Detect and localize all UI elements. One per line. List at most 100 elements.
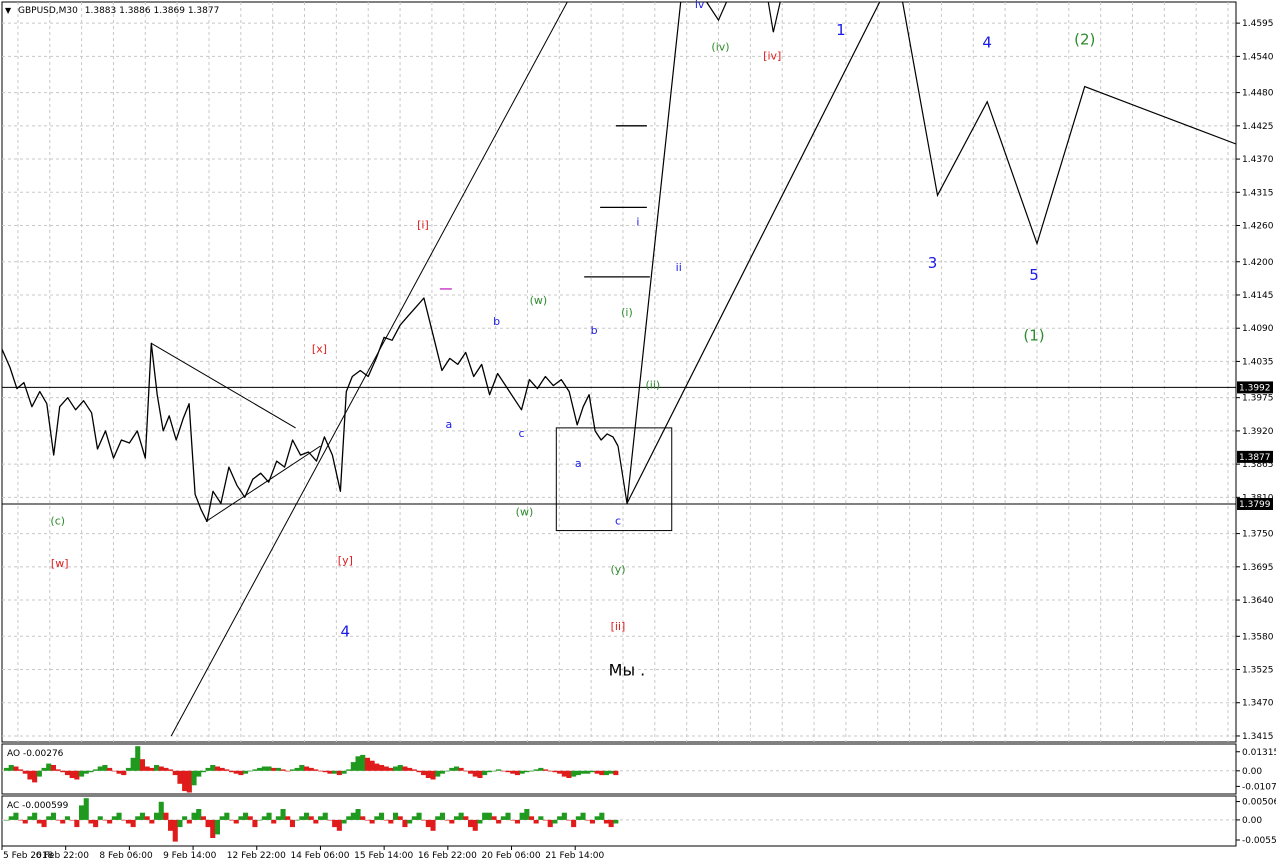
osc-bar: [496, 769, 502, 771]
osc-bar: [505, 770, 511, 773]
price-axis[interactable]: 1.4595 1.4540 1.4480 1.4425 1.4370 1.4315 1.42…: [1236, 19, 1274, 742]
osc-bar: [4, 767, 10, 771]
osc-tick-label: 0.01315: [1242, 748, 1276, 758]
osc-bar: [46, 763, 52, 771]
osc-bar: [346, 816, 352, 820]
osc-bar: [374, 763, 380, 771]
osc-bar: [158, 801, 164, 820]
osc-bar: [299, 816, 305, 820]
osc-bar: [449, 767, 455, 771]
wave-label: [x]: [312, 342, 327, 355]
osc-bar: [383, 819, 389, 821]
time-tick-label: 12 Feb 22:00: [227, 851, 286, 861]
osc-bar: [74, 819, 80, 828]
osc-bar: [200, 816, 206, 820]
osc-bar: [435, 770, 441, 777]
osc-bar: [482, 812, 488, 820]
price-tick-label: 1.3975: [1242, 394, 1274, 404]
osc-bar: [186, 770, 192, 793]
price-tag-label: 1.3877: [1239, 453, 1271, 463]
osc-bar: [500, 770, 506, 772]
osc-bar: [8, 816, 14, 820]
osc-bar: [196, 770, 202, 777]
wave-label: (y): [610, 563, 625, 576]
osc-bar: [346, 769, 352, 771]
osc-bar: [529, 816, 535, 820]
wave-label: 1: [836, 21, 846, 39]
osc-bar: [318, 770, 324, 772]
osc-bar: [594, 770, 600, 774]
osc-bar: [18, 819, 24, 821]
osc-bar: [36, 770, 42, 777]
osc-bar: [135, 816, 141, 820]
price-tag-label: 1.3799: [1239, 500, 1271, 510]
wave-label: (ii): [645, 379, 660, 392]
osc-bar: [22, 819, 28, 824]
osc-bar: [355, 809, 361, 820]
time-axis[interactable]: 5 Feb 20186 Feb 22:00 8 Feb 06:00 9 Feb 14…: [1, 846, 605, 861]
price-tick-label: 1.3640: [1242, 596, 1274, 606]
osc-bar: [4, 819, 10, 821]
osc-bar: [116, 812, 122, 820]
osc-bar: [55, 769, 61, 771]
osc-bar: [524, 809, 530, 820]
osc-bar: [60, 819, 66, 824]
osc-bar: [439, 770, 445, 774]
osc-bar: [350, 762, 356, 771]
osc-bar: [608, 770, 614, 774]
osc-bar: [557, 770, 563, 774]
osc-bar: [74, 770, 80, 780]
osc-bar: [79, 805, 85, 820]
osc-bar: [496, 819, 502, 824]
osc-bar: [388, 819, 394, 824]
osc-bar: [529, 770, 535, 772]
wave-label: (2): [1074, 30, 1095, 48]
osc-bar: [50, 812, 56, 820]
osc-bar: [425, 819, 431, 828]
osc-bar: [83, 798, 89, 820]
osc-bar: [336, 770, 342, 776]
osc-bar: [229, 770, 235, 773]
symbol-timeframe: GBPUSD,M30: [18, 6, 78, 16]
osc-bar: [139, 812, 145, 820]
osc-bar: [500, 816, 506, 820]
osc-bar: [252, 769, 258, 771]
osc-bar: [130, 757, 136, 771]
osc-bar: [205, 767, 211, 771]
osc-bar: [121, 819, 127, 821]
time-tick-label: 8 Feb 06:00: [99, 851, 153, 861]
time-tick-label: 21 Feb 14:00: [545, 851, 604, 861]
osc-bar: [177, 819, 183, 828]
osc-bar: [271, 819, 277, 824]
osc-bar: [505, 812, 511, 820]
wave-label: ii: [676, 261, 682, 274]
osc-bar: [289, 819, 295, 828]
osc-bar: [36, 819, 42, 824]
osc-bar: [449, 819, 455, 824]
osc-bar: [444, 770, 450, 772]
osc-bar: [613, 770, 619, 776]
osc-bar: [64, 816, 70, 820]
osc-bar: [561, 812, 567, 820]
price-tick-label: 1.4540: [1242, 52, 1274, 62]
price-tick-label: 1.3470: [1242, 699, 1274, 709]
osc-bar: [275, 816, 281, 820]
chart-canvas: iv(iv)[iv]14 (2)[i] iii 35(w)b(i)b (1)[x](ii…: [1, 0, 1276, 861]
osc-bar: [533, 769, 539, 771]
osc-bar: [149, 767, 155, 771]
osc-bar: [205, 819, 211, 828]
osc-bar: [585, 770, 591, 774]
osc-bar: [364, 757, 370, 771]
price-tick-label: 1.4480: [1242, 89, 1274, 99]
osc-bar: [463, 770, 469, 772]
osc-bar: [477, 770, 483, 778]
osc-bar: [543, 769, 549, 771]
osc-bar: [341, 819, 347, 824]
osc-bar: [163, 767, 169, 771]
wave-label: b: [493, 315, 500, 328]
osc-bar: [421, 770, 427, 776]
osc-bar: [224, 812, 230, 820]
osc-bar: [247, 770, 253, 772]
collapse-icon[interactable]: ▼: [5, 6, 12, 15]
time-tick-label: 14 Feb 06:00: [290, 851, 349, 861]
